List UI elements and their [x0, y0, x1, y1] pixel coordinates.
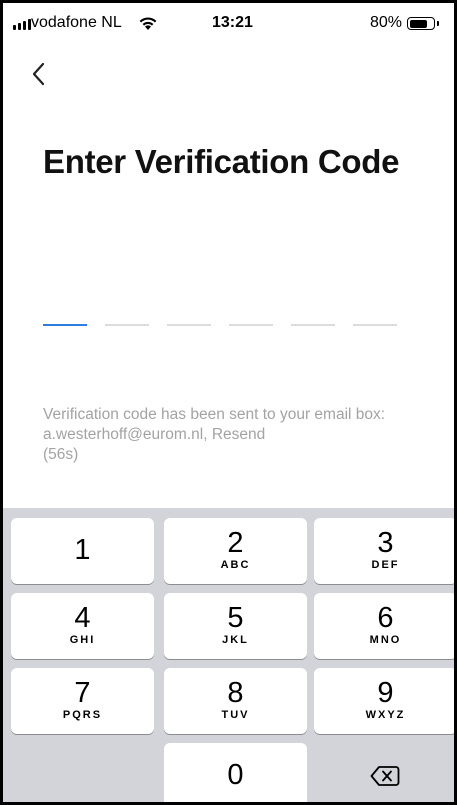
key-letters: PQRS	[62, 709, 103, 721]
key-letters: DEF	[371, 559, 400, 571]
wifi-icon	[139, 17, 157, 30]
battery-fill	[409, 19, 428, 28]
key-8[interactable]: 9 WXYZ	[314, 668, 454, 734]
key-letters: JKL	[222, 634, 249, 646]
code-digit-slot[interactable]	[105, 324, 149, 326]
key-digit: 0	[227, 759, 244, 791]
backspace-icon	[370, 766, 400, 786]
resend-countdown: (56s)	[43, 446, 79, 463]
code-digit-slot[interactable]	[353, 324, 397, 326]
page-title: Enter Verification Code	[43, 143, 400, 180]
code-digit-slot[interactable]	[167, 324, 211, 326]
battery-tip	[437, 21, 439, 26]
verification-info: Verification code has been sent to your …	[43, 405, 423, 465]
key-6[interactable]: 7 PQRS	[11, 668, 154, 734]
key-digit: 2	[227, 527, 244, 559]
signal-icon	[13, 19, 31, 30]
key-digit: 3	[377, 527, 394, 559]
clock-time: 13:21	[212, 14, 253, 31]
key-letters: GHI	[69, 634, 96, 646]
phone-screen: vodafone NL 13:21 80% Enter Verification…	[3, 3, 454, 802]
key-digit: 6	[377, 602, 394, 634]
key-letters: WXYZ	[365, 709, 406, 721]
key-letters: TUV	[221, 709, 250, 721]
key-2[interactable]: 3 DEF	[314, 518, 454, 584]
key-letters: ABC	[220, 559, 251, 571]
code-digit-slot[interactable]	[43, 324, 87, 326]
key-9[interactable]: 0	[164, 743, 307, 802]
key-digit: 1	[74, 534, 91, 566]
key-7[interactable]: 8 TUV	[164, 668, 307, 734]
key-digit: 5	[227, 602, 244, 634]
battery-percentage: 80%	[370, 14, 403, 31]
key-0[interactable]: 1	[11, 518, 154, 584]
key-digit: 7	[74, 677, 91, 709]
numeric-keypad: 1 2 ABC 3 DEF 4 GHI 5 JKL 6 MNO 7 PQRS 8 TUV 9 WXYZ 0	[3, 508, 454, 802]
key-digit: 4	[74, 602, 91, 634]
code-digit-slot[interactable]	[291, 324, 335, 326]
key-3[interactable]: 4 GHI	[11, 593, 154, 659]
key-digit: 9	[377, 677, 394, 709]
code-digit-slot[interactable]	[229, 324, 273, 326]
delete-key[interactable]	[314, 743, 454, 802]
key-letters: MNO	[369, 634, 402, 646]
key-empty	[11, 743, 154, 802]
battery-icon	[407, 17, 435, 30]
key-4[interactable]: 5 JKL	[164, 593, 307, 659]
carrier-name: vodafone NL	[31, 14, 122, 31]
resend-link[interactable]: Resend	[212, 426, 265, 443]
chevron-left-icon[interactable]	[29, 59, 49, 89]
key-digit: 8	[227, 677, 244, 709]
key-5[interactable]: 6 MNO	[314, 593, 454, 659]
key-1[interactable]: 2 ABC	[164, 518, 307, 584]
status-bar: vodafone NL 13:21 80%	[3, 3, 454, 41]
